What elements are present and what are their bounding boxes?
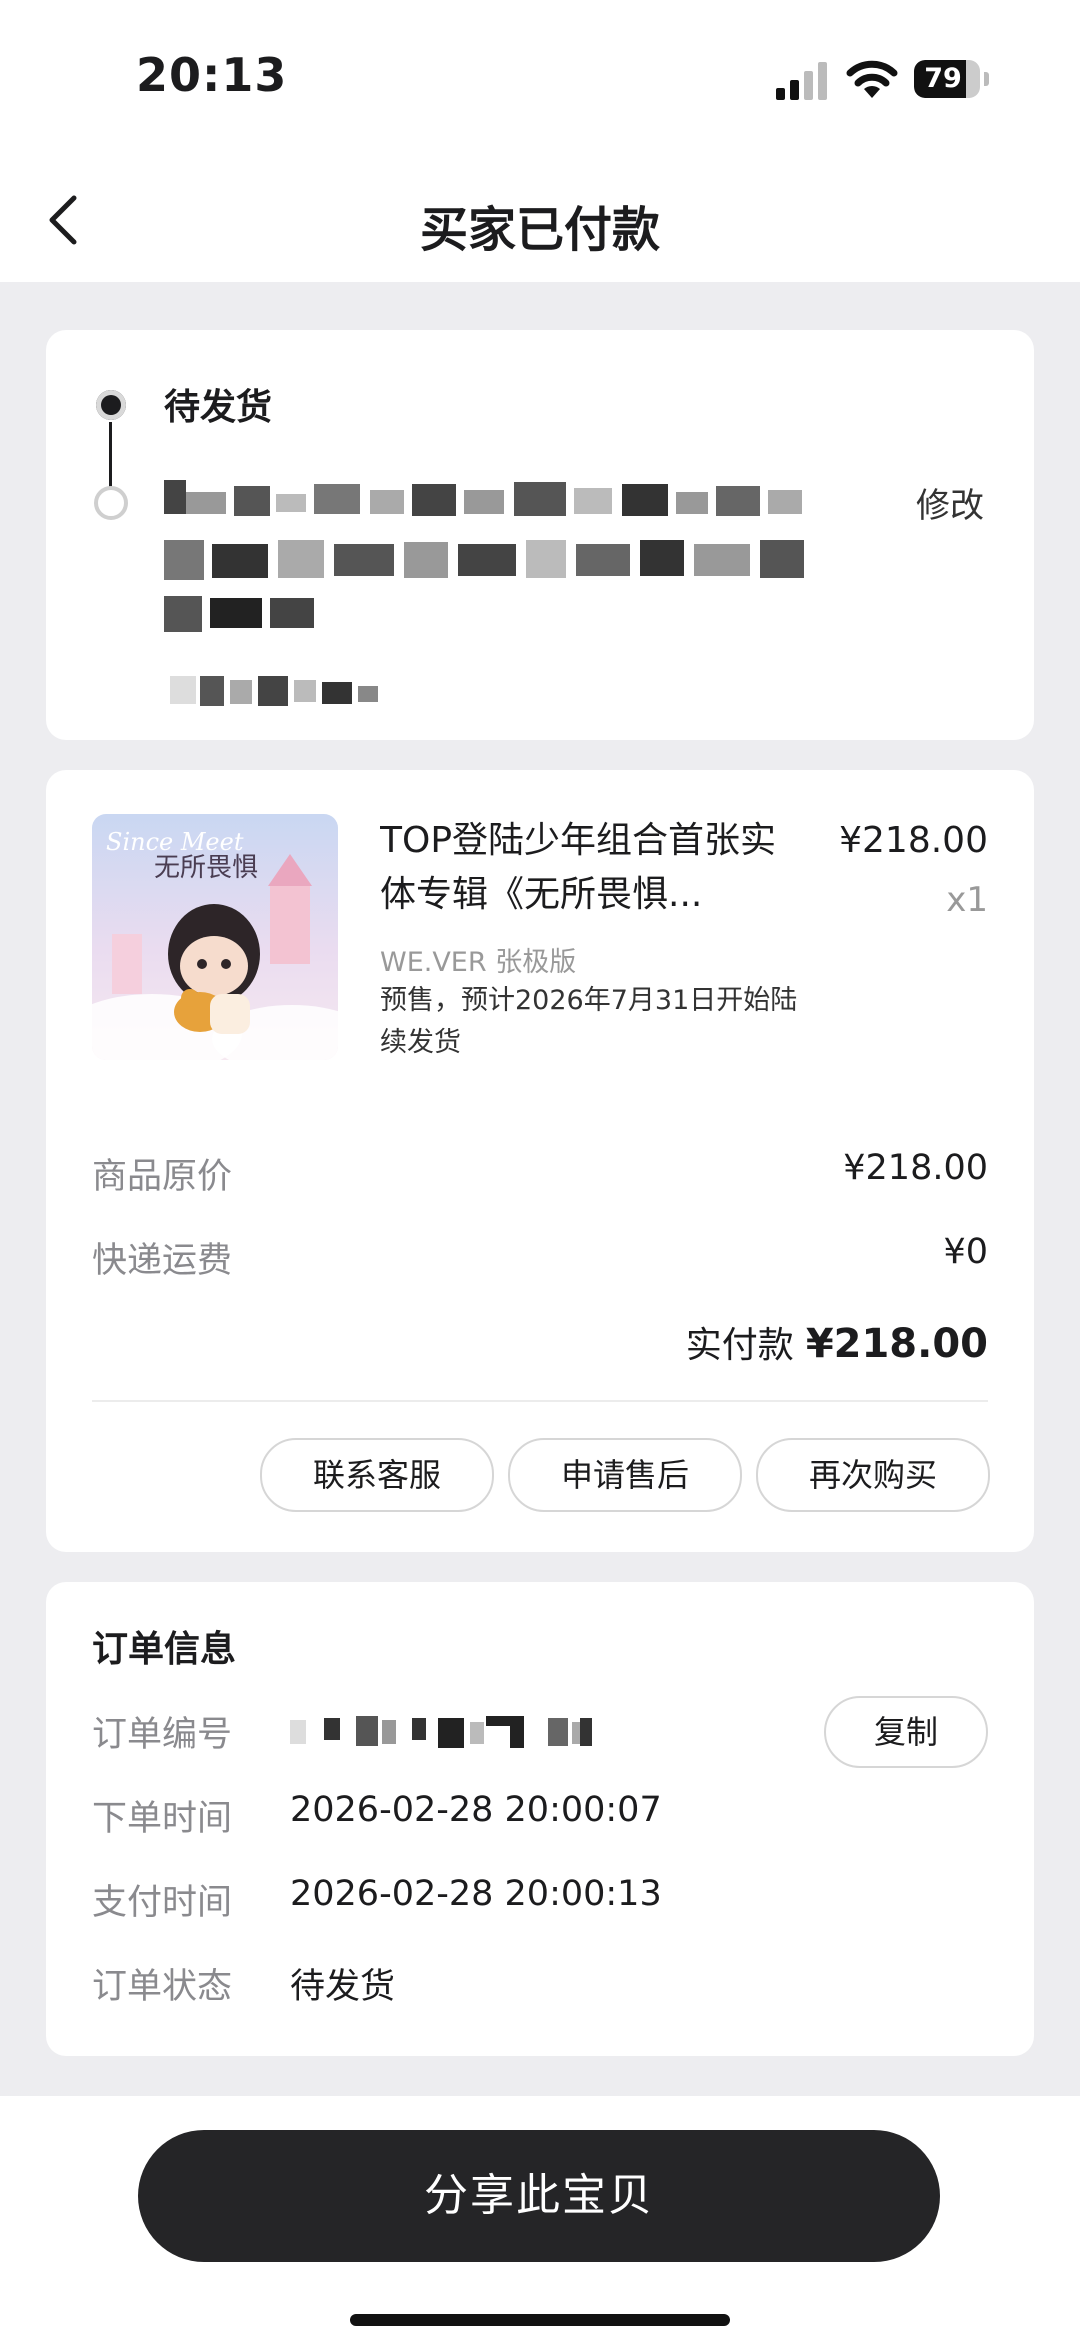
bottom-bar: 分享此宝贝 [0, 2096, 1080, 2341]
product-variant: WE.VER 张极版 [380, 947, 577, 978]
share-item-button[interactable]: 分享此宝贝 [138, 2130, 940, 2262]
paid-total-label: 实付款 [685, 1325, 794, 1366]
nav-bar: 买家已付款 [0, 150, 1080, 282]
original-price-label: 商品原价 [92, 1157, 233, 1197]
redacted-order-number [290, 1716, 592, 1748]
payment-time: 2026-02-28 20:00:13 [290, 1874, 662, 1914]
shipping-status-card: 待发货 修改 [46, 330, 1034, 740]
contact-service-button[interactable]: 联系客服 [260, 1438, 494, 1512]
order-placed-time: 2026-02-28 20:00:07 [290, 1790, 662, 1830]
shipping-status: 待发货 [164, 387, 273, 428]
page-title: 买家已付款 [419, 202, 660, 258]
divider [92, 1400, 988, 1402]
timeline-inactive-dot [94, 486, 128, 520]
cellular-signal-icon [776, 62, 827, 100]
home-indicator[interactable] [350, 2314, 730, 2326]
thumb-text-top: Since Meet [106, 828, 244, 856]
status-time: 20:13 [136, 48, 288, 102]
order-info-card: 订单信息 订单编号 复制 下单时间 2026-02-28 20:00:07 支付… [46, 1582, 1034, 2056]
battery-icon: 79 [914, 60, 989, 100]
thumb-text-cn: 无所畏惧 [154, 853, 258, 883]
battery-percent: 79 [924, 63, 962, 94]
shipping-fee-value: ¥0 [943, 1232, 988, 1272]
presale-note: 预售，预计2026年7月31日开始陆续发货 [380, 985, 798, 1058]
modify-address-link[interactable]: 修改 [916, 478, 984, 527]
status-bar: 20:13 79 [0, 0, 1080, 150]
product-title[interactable]: TOP登陆少年组合首张实体专辑《无所畏惧... [380, 814, 780, 922]
shipping-fee-label: 快递运费 [92, 1241, 233, 1281]
product-price: ¥218.00 [839, 820, 988, 861]
order-placed-label: 下单时间 [92, 1799, 233, 1839]
redacted-address [164, 480, 804, 706]
order-info-heading: 订单信息 [92, 1629, 237, 1670]
order-status-label: 订单状态 [92, 1967, 233, 2007]
payment-time-label: 支付时间 [92, 1883, 233, 1923]
product-quantity: x1 [946, 880, 988, 920]
order-number-label: 订单编号 [92, 1715, 233, 1755]
original-price-value: ¥218.00 [843, 1148, 988, 1188]
copy-order-number-button[interactable]: 复制 [824, 1696, 988, 1768]
product-thumbnail[interactable]: Since Meet 无所畏惧 [92, 814, 338, 1060]
timeline-active-dot [96, 390, 126, 420]
order-status-value: 待发货 [290, 1967, 396, 2007]
after-sale-button[interactable]: 申请售后 [508, 1438, 742, 1512]
product-card: Since Meet 无所畏惧 TOP登陆少年组合首张实体专辑《无所畏惧... … [46, 770, 1034, 1552]
buy-again-button[interactable]: 再次购买 [756, 1438, 990, 1512]
wifi-icon [846, 60, 898, 98]
paid-total-row: 实付款 ¥218.00 [686, 1316, 988, 1368]
paid-total-amount: ¥218.00 [805, 1321, 988, 1367]
